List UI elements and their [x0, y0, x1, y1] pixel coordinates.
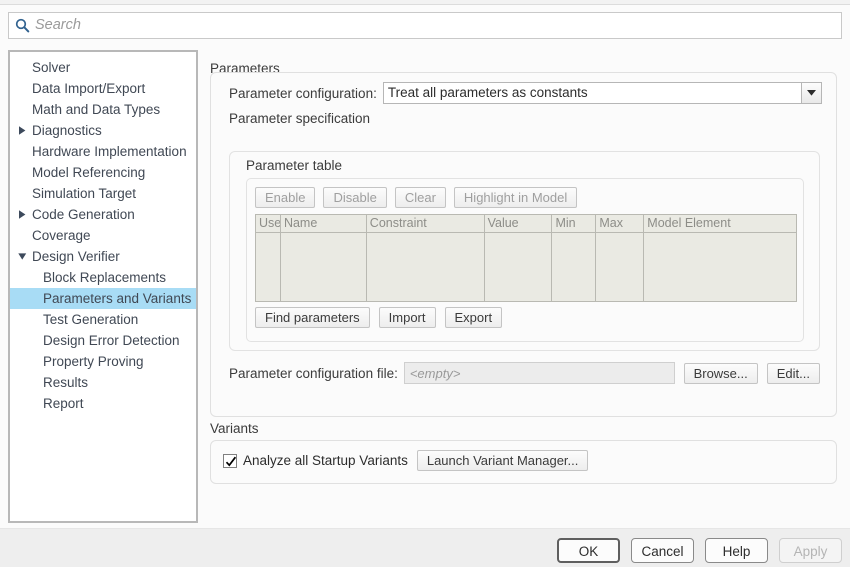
sidebar-item-test-generation[interactable]: Test Generation	[10, 309, 196, 330]
sidebar-item-report[interactable]: Report	[10, 393, 196, 414]
triangle-right-icon[interactable]	[18, 204, 30, 225]
sidebar-item-label: Design Error Detection	[43, 333, 180, 348]
enable-button: Enable	[255, 187, 316, 208]
search-icon	[9, 13, 35, 38]
checkbox-box	[223, 453, 237, 468]
sidebar-item-label: Hardware Implementation	[32, 144, 187, 159]
search-input[interactable]	[35, 13, 841, 38]
sidebar-item-solver[interactable]: Solver	[10, 57, 196, 78]
sidebar-item-design-verifier[interactable]: Design Verifier	[10, 246, 196, 267]
parameter-configuration-value: Treat all parameters as constants	[387, 85, 588, 100]
ok-button[interactable]: OK	[557, 538, 620, 563]
parameter-configuration-file-label: Parameter configuration file:	[229, 365, 398, 381]
table-header-model-element[interactable]: Model Element	[644, 215, 796, 233]
table-empty-cell	[644, 233, 796, 301]
parameter-specification-label: Parameter specification	[229, 111, 371, 126]
sidebar-item-label: Results	[43, 375, 89, 390]
sidebar-item-simulation-target[interactable]: Simulation Target	[10, 183, 196, 204]
main-content: Parameters Parameter configuration: Trea…	[205, 50, 842, 523]
table-header-value[interactable]: Value	[484, 215, 553, 233]
dialog-footer: OK Cancel Help Apply	[0, 528, 850, 567]
parameter-specification-panel: Parameter table Enable Disable Clear Highli…	[229, 151, 820, 351]
table-empty-cell	[256, 233, 281, 301]
parameter-table[interactable]: Use Name Constraint Value Min Max Model Elemen…	[255, 214, 797, 302]
parameter-configuration-file-input[interactable]	[403, 362, 675, 384]
highlight-in-model-button: Highlight in Model	[453, 187, 578, 208]
sidebar-item-label: Simulation Target	[32, 186, 137, 201]
variants-group-label: Variants	[210, 421, 259, 436]
table-header-name[interactable]: Name	[280, 215, 367, 233]
sidebar-item-coverage[interactable]: Coverage	[10, 225, 196, 246]
settings-tree-panel[interactable]: Solver Data Import/Export Math and Data Ty…	[8, 50, 198, 523]
table-header-constraint[interactable]: Constraint	[366, 215, 485, 233]
sidebar-item-label: Block Replacements	[43, 270, 167, 285]
sidebar-item-label: Parameters and Variants	[43, 291, 192, 306]
cancel-button[interactable]: Cancel	[631, 538, 694, 563]
sidebar-item-label: Test Generation	[43, 312, 139, 327]
table-header-use[interactable]: Use	[256, 215, 281, 233]
sidebar-item-parameters-and-variants[interactable]: Parameters and Variants	[10, 288, 196, 309]
sidebar-item-results[interactable]: Results	[10, 372, 196, 393]
find-parameters-button[interactable]: Find parameters	[255, 307, 370, 328]
sidebar-item-code-generation[interactable]: Code Generation	[10, 204, 196, 225]
sidebar-item-label: Code Generation	[32, 207, 135, 222]
table-empty-cell	[366, 233, 485, 301]
launch-variant-manager-button[interactable]: Launch Variant Manager...	[416, 450, 589, 471]
sidebar-item-label: Report	[43, 396, 84, 411]
parameter-table-footer-toolbar: Find parameters Import Export	[255, 307, 503, 328]
table-header-min[interactable]: Min	[552, 215, 597, 233]
triangle-down-icon[interactable]	[18, 246, 30, 267]
sidebar-item-label: Design Verifier	[32, 249, 120, 264]
sidebar-item-label: Solver	[32, 60, 71, 75]
clear-button: Clear	[394, 187, 446, 208]
parameter-configuration-select[interactable]: Treat all parameters as constants	[382, 82, 822, 104]
sidebar-item-label: Math and Data Types	[32, 102, 161, 117]
edit-button[interactable]: Edit...	[766, 362, 820, 384]
sidebar-item-label: Model Referencing	[32, 165, 146, 180]
parameter-table-title: Parameter table	[246, 158, 343, 173]
sidebar-item-label: Diagnostics	[32, 123, 102, 138]
analyze-all-startup-variants-checkbox[interactable]: Analyze all Startup Variants	[223, 453, 408, 468]
disable-button: Disable	[323, 187, 387, 208]
table-empty-cell	[280, 233, 367, 301]
import-button[interactable]: Import	[378, 307, 436, 328]
sidebar-item-property-proving[interactable]: Property Proving	[10, 351, 196, 372]
sidebar-item-data-import-export[interactable]: Data Import/Export	[10, 78, 196, 99]
sidebar-item-design-error-detection[interactable]: Design Error Detection	[10, 330, 196, 351]
sidebar-item-diagnostics[interactable]: Diagnostics	[10, 120, 196, 141]
window-chrome-strip	[0, 0, 850, 5]
sidebar-item-hardware-implementation[interactable]: Hardware Implementation	[10, 141, 196, 162]
config-parameters-dialog: Solver Data Import/Export Math and Data Ty…	[0, 0, 850, 567]
sidebar-item-model-referencing[interactable]: Model Referencing	[10, 162, 196, 183]
table-header-max[interactable]: Max	[596, 215, 645, 233]
dialog-action-buttons: OK Cancel Help Apply	[557, 538, 842, 563]
parameter-configuration-file-row: Parameter configuration file: Browse... …	[229, 361, 820, 385]
sidebar-item-block-replacements[interactable]: Block Replacements	[10, 267, 196, 288]
table-empty-cell	[552, 233, 597, 301]
parameter-table-container: Enable Disable Clear Highlight in Model Use…	[246, 178, 804, 342]
settings-tree: Solver Data Import/Export Math and Data Ty…	[10, 52, 196, 414]
variants-panel: Analyze all Startup Variants Launch Vari…	[210, 440, 837, 484]
table-empty-cell	[484, 233, 553, 301]
sidebar-item-label: Coverage	[32, 228, 91, 243]
parameters-panel: Parameter configuration: Treat all param…	[210, 72, 837, 417]
sidebar-item-label: Property Proving	[43, 354, 144, 369]
apply-button: Apply	[779, 538, 842, 563]
help-button[interactable]: Help	[705, 538, 768, 563]
browse-button[interactable]: Browse...	[683, 362, 758, 384]
parameter-configuration-label: Parameter configuration:	[229, 85, 377, 101]
search-bar[interactable]	[8, 12, 842, 39]
table-empty-cell	[596, 233, 645, 301]
parameter-configuration-row: Parameter configuration: Treat all param…	[211, 73, 836, 104]
export-button[interactable]: Export	[444, 307, 503, 328]
sidebar-item-label: Data Import/Export	[32, 81, 146, 96]
triangle-right-icon[interactable]	[18, 120, 30, 141]
parameter-table-header-row: Use Name Constraint Value Min Max Model Elemen…	[256, 215, 796, 233]
analyze-all-startup-variants-label: Analyze all Startup Variants	[243, 453, 408, 468]
variants-row: Analyze all Startup Variants Launch Vari…	[223, 450, 589, 471]
chevron-down-icon[interactable]	[801, 83, 821, 103]
parameter-table-body[interactable]	[256, 233, 796, 301]
parameter-table-toolbar: Enable Disable Clear Highlight in Model	[247, 179, 803, 208]
sidebar-item-math-and-data-types[interactable]: Math and Data Types	[10, 99, 196, 120]
